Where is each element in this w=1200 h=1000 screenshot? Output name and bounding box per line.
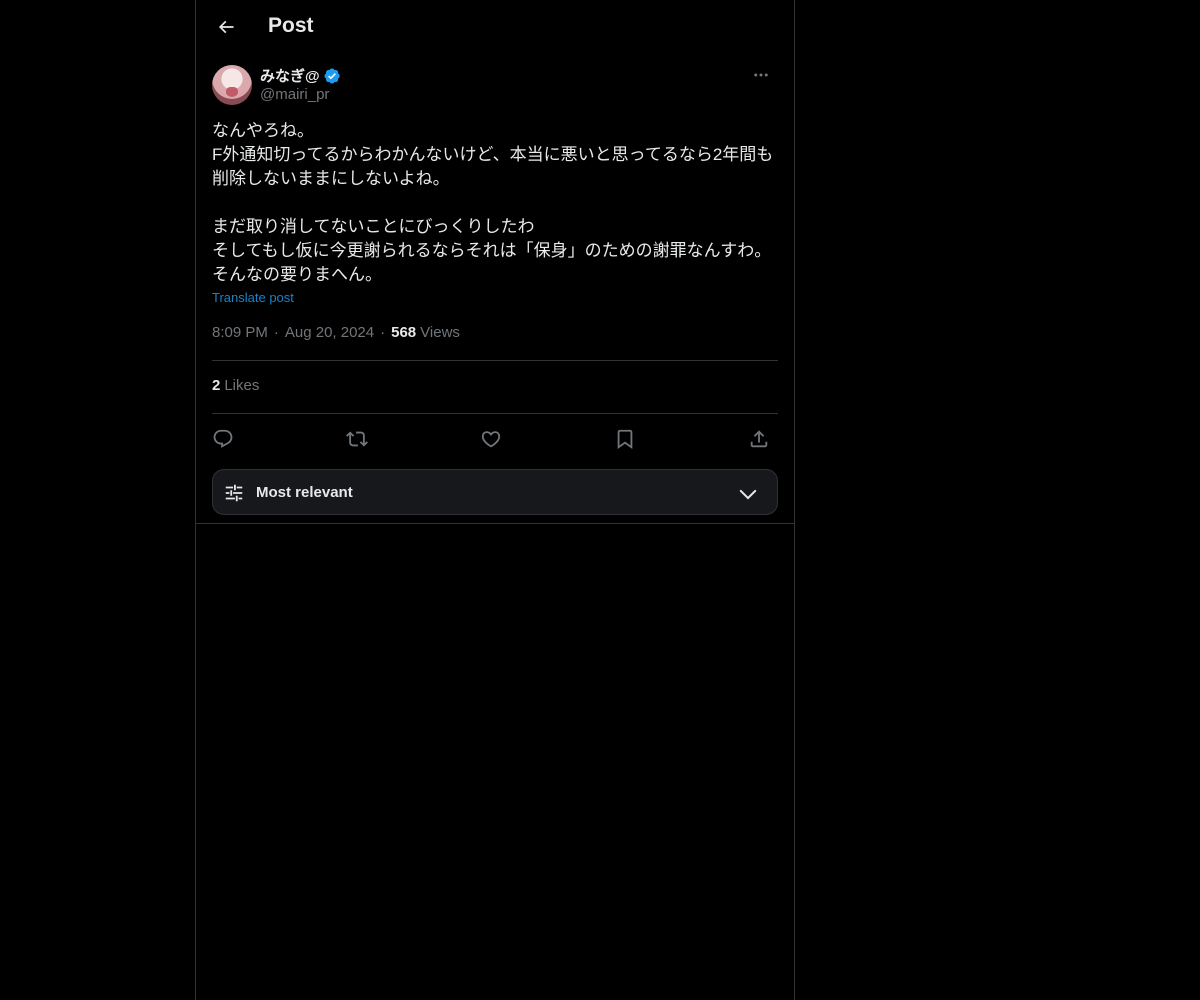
sliders-icon: [225, 484, 243, 502]
share-button[interactable]: [744, 424, 774, 454]
sort-label: Most relevant: [256, 484, 353, 501]
repost-icon: [346, 431, 368, 447]
post-column: Post みなぎ@ @mairi_pr なんやろね。 F外通知切ってるからわかん…: [195, 0, 795, 1000]
post-text: なんやろね。 F外通知切ってるからわかんないけど、本当に悪いと思ってるなら2年間…: [212, 121, 774, 284]
post-author: みなぎ@ @mairi_pr: [212, 64, 778, 108]
display-name[interactable]: みなぎ@: [260, 65, 320, 86]
reply-sort-dropdown[interactable]: Most relevant: [212, 469, 778, 515]
post-meta: 8:09 PM · Aug 20, 2024 · 568 Views: [212, 324, 460, 341]
verified-badge-icon: [324, 67, 340, 84]
divider: [212, 360, 778, 361]
bookmark-icon: [617, 429, 633, 450]
more-options-button[interactable]: [744, 64, 778, 86]
divider: [212, 413, 778, 414]
views-count: 568: [391, 324, 417, 341]
user-handle[interactable]: @mairi_pr: [260, 86, 329, 103]
likes-label: Likes: [224, 377, 260, 394]
back-button[interactable]: [208, 9, 244, 45]
like-icon: [481, 431, 501, 448]
section-divider: [196, 523, 794, 524]
repost-button[interactable]: [342, 424, 372, 454]
share-icon: [750, 430, 768, 448]
page-title: Post: [268, 14, 314, 37]
post-time[interactable]: 8:09 PM: [212, 324, 268, 341]
reply-icon: [213, 429, 233, 448]
like-button[interactable]: [476, 424, 506, 454]
more-icon: [754, 73, 768, 77]
reply-button[interactable]: [208, 424, 238, 454]
meta-separator: ·: [380, 324, 386, 341]
post-date[interactable]: Aug 20, 2024: [285, 324, 374, 341]
bookmark-button[interactable]: [610, 424, 640, 454]
display-name-row: みなぎ@: [260, 65, 341, 86]
post-header: Post: [196, 0, 794, 54]
chevron-down-icon: [739, 489, 757, 500]
likes-count: 2: [212, 377, 221, 394]
avatar[interactable]: [212, 65, 252, 105]
likes-link[interactable]: 2 Likes: [212, 377, 259, 394]
meta-separator: ·: [273, 324, 279, 341]
views-label: Views: [420, 324, 460, 341]
arrow-left-icon: [218, 20, 234, 34]
post-actions: [212, 422, 778, 454]
translate-post-link[interactable]: Translate post: [212, 290, 294, 305]
